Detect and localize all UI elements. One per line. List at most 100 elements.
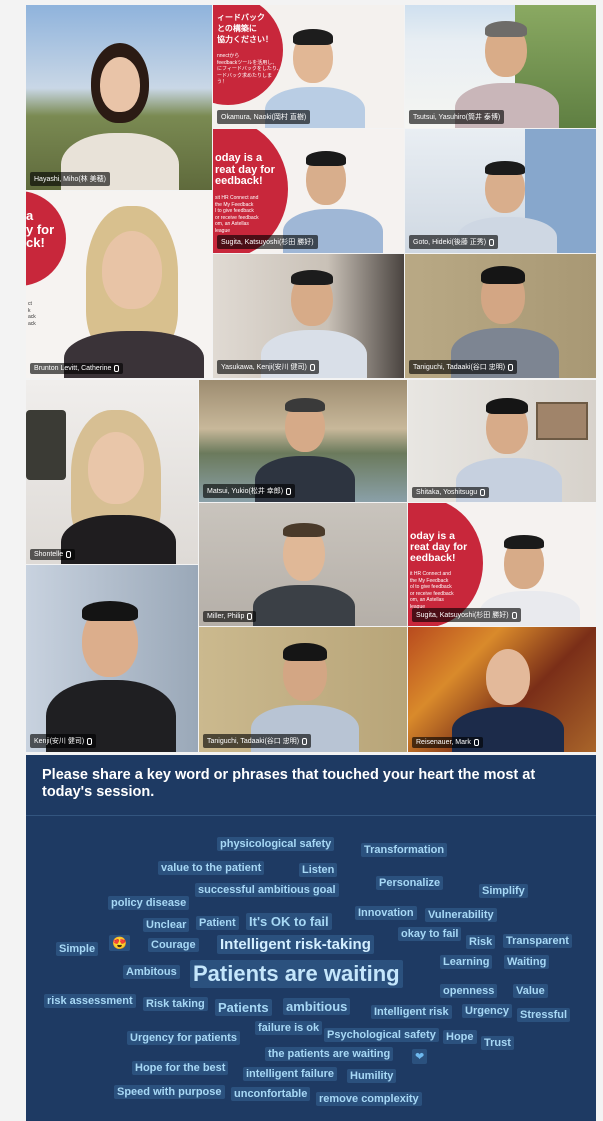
poster-text: nnectから feedbackツールを活用し、 にフィードバックをしたり、 ー… [217, 53, 282, 85]
cloud-word: Transformation [361, 843, 448, 857]
poster-text: ィードバック との構築に 協力ください！ [217, 13, 273, 44]
mic-icon [489, 238, 495, 246]
cloud-word: Patients are waiting [190, 960, 403, 988]
plant-decor [26, 410, 66, 480]
cloud-word: remove complexity [316, 1092, 422, 1106]
cloud-word: Simplify [479, 884, 528, 898]
mic-icon [66, 551, 72, 558]
cloud-word: Listen [299, 863, 338, 877]
participant-name-label: Sugita, Katsuyoshi(杉田 勝好) [412, 608, 521, 622]
cloud-word: unconfortable [231, 1087, 311, 1101]
video-tile[interactable]: Goto, Hideki(後藤 正秀) [405, 129, 596, 253]
video-tile[interactable]: Taniguchi, Tadaaki(谷口 忠明) [405, 254, 596, 378]
poster-text: oday is a reat day for eedback! [410, 530, 468, 565]
cloud-word: Ambitous [123, 965, 180, 979]
cloud-word: Unclear [143, 918, 190, 932]
cloud-word: Patients [215, 999, 272, 1016]
mic-icon [511, 611, 517, 619]
cloud-word: policy disease [108, 896, 190, 910]
video-tile[interactable]: Matsui, Yukio(松井 幸郎) [199, 380, 407, 502]
video-tile[interactable]: ィードバック との構築に 協力ください！ nnectから feedbackツール… [213, 5, 404, 128]
participant-name-label: Goto, Hideki(後藤 正秀) [409, 235, 499, 249]
cloud-word: Transparent [503, 934, 572, 948]
participant-name-label: Okamura, Naoki(岡村 直樹) [217, 110, 311, 124]
cloud-word: Value [513, 984, 548, 998]
cloud-word: Vulnerability [425, 908, 497, 922]
video-tile[interactable]: oday is a reat day for eedback! sit HR C… [213, 129, 404, 253]
mic-icon [286, 487, 292, 495]
participant-name-label: Shontelle [30, 549, 76, 560]
participant-name-label: Kenji(安川 健司) [30, 734, 97, 748]
cloud-word: successful ambitious goal [195, 883, 339, 897]
cloud-word: Urgency for patients [127, 1031, 240, 1045]
mic-icon [473, 739, 479, 746]
cloud-word: Courage [148, 938, 199, 952]
cloud-word: Psychological safety [324, 1028, 439, 1042]
participant-name-label: Shitaka, Yoshitsugu [412, 487, 490, 498]
participant-name-label: Yasukawa, Kenji(安川 健司) [217, 360, 319, 374]
poster-text: it HR Connect and the My Feedback ol to … [410, 571, 454, 610]
cloud-word: risk assessment [44, 994, 136, 1008]
cloud-word: physicological safety [217, 837, 335, 851]
video-tile[interactable]: oday is a reat day for eedback! it HR Co… [408, 503, 596, 626]
participant-name-label: Taniguchi, Tadaaki(谷口 忠明) [203, 734, 312, 748]
poster-text: ct k ack ack [28, 301, 36, 327]
word-cloud-question: Please share a key word or phrases that … [42, 767, 536, 801]
cloud-word: failure is ok [255, 1021, 323, 1035]
poster-text: sit HR Connect and the My Feedback l to … [215, 195, 259, 234]
cloud-word: Hope for the best [132, 1061, 229, 1075]
participant-name-label: Brunton Levitt, Catherine [30, 363, 124, 374]
video-tile[interactable]: Reisenauer, Mark [408, 627, 596, 752]
divider [26, 815, 596, 816]
cloud-word: Learning [440, 955, 493, 969]
mic-icon [508, 363, 514, 371]
mic-icon [247, 613, 253, 620]
cloud-word: Patient [196, 916, 239, 930]
cloud-word: Hope [443, 1030, 477, 1044]
cloud-word: Risk [466, 935, 496, 949]
mic-icon [302, 737, 308, 745]
video-tile[interactable]: Shontelle [26, 380, 198, 564]
mic-icon [309, 363, 315, 371]
video-tile[interactable]: Hayashi, Miho(林 美穂) [26, 5, 212, 190]
cloud-word: value to the patient [158, 861, 265, 875]
participant-name-label: Hayashi, Miho(林 美穂) [30, 172, 110, 186]
cloud-word: ambitious [283, 998, 351, 1015]
cloud-word: Innovation [355, 906, 417, 920]
video-tile[interactable]: Taniguchi, Tadaaki(谷口 忠明) [199, 627, 407, 752]
cloud-word: Speed with purpose [114, 1085, 225, 1099]
video-tile[interactable]: Tsutsui, Yasuhiro(筒井 泰博) [405, 5, 596, 128]
mic-icon [480, 489, 486, 496]
cloud-word: Intelligent risk-taking [217, 935, 374, 954]
participant-name-label: Reisenauer, Mark [412, 737, 483, 748]
participant-name-label: Matsui, Yukio(松井 幸郎) [203, 484, 296, 498]
heart-eyes-emoji: 😍 [109, 935, 130, 951]
mic-icon [87, 737, 93, 745]
video-tile[interactable]: Shitaka, Yoshitsugu [408, 380, 596, 502]
heart-icon: ❤ [412, 1049, 428, 1064]
video-tile[interactable]: a y for ck! ct k ack ack Brunton Levitt,… [26, 191, 212, 378]
cloud-word: Urgency [462, 1004, 513, 1018]
participant-name-label: Tsutsui, Yasuhiro(筒井 泰博) [409, 110, 505, 124]
cloud-word: Trust [481, 1036, 514, 1050]
cloud-word: Stressful [517, 1008, 571, 1022]
participant-name-label: Taniguchi, Tadaaki(谷口 忠明) [409, 360, 518, 374]
mic-icon [114, 365, 120, 372]
poster-text: a y for ck! [26, 208, 55, 251]
word-cloud-panel: Please share a key word or phrases that … [26, 755, 596, 1121]
video-tile[interactable]: Miller, Philip [199, 503, 407, 626]
cloud-word: Humility [347, 1069, 397, 1083]
video-tile[interactable]: Kenji(安川 健司) [26, 565, 198, 752]
cloud-word: Personalize [376, 876, 444, 890]
cloud-word: okay to fail [398, 927, 462, 941]
cloud-word: Waiting [504, 955, 550, 969]
cloud-word: Intelligent risk [371, 1005, 452, 1019]
cloud-word: Risk taking [143, 997, 208, 1011]
participant-name-label: Miller, Philip [203, 611, 257, 622]
cloud-word: intelligent failure [243, 1067, 338, 1081]
poster-text: oday is a reat day for eedback! [215, 152, 275, 188]
video-tile[interactable]: Yasukawa, Kenji(安川 健司) [213, 254, 404, 378]
participant-name-label: Sugita, Katsuyoshi(杉田 勝好) [217, 235, 318, 249]
cloud-word: the patients are waiting [265, 1047, 394, 1061]
cloud-word: openness [440, 984, 498, 998]
